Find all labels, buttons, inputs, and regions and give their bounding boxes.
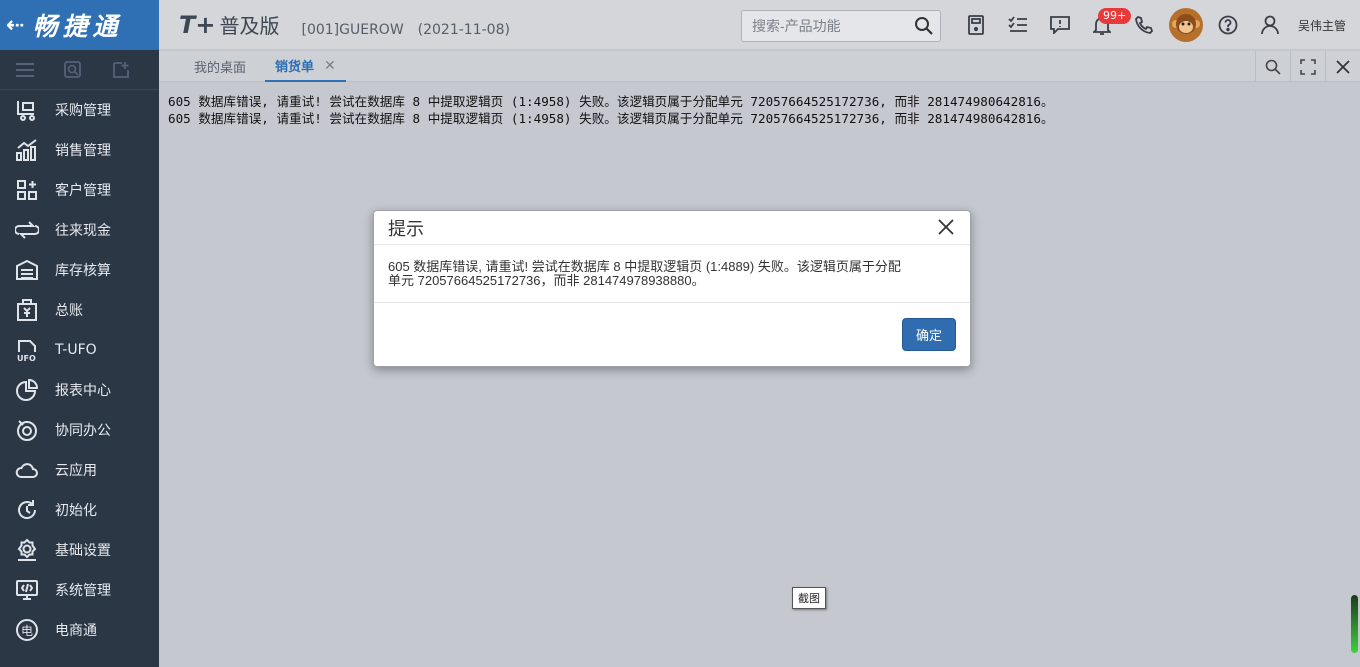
dialog-message-line: 605 数据库错误, 请重试! 尝试在数据库 8 中提取逻辑页 (1:4889)… (388, 259, 901, 274)
product-logo: T+ (179, 11, 216, 39)
sidebar-item-label: 总账 (55, 303, 83, 319)
message-icon[interactable] (1039, 0, 1081, 50)
error-line: 605 数据库错误, 请重试! 尝试在数据库 8 中提取逻辑页 (1:4958)… (168, 111, 1054, 126)
tab-bar: 我的桌面 销货单 ✕ (159, 51, 1360, 82)
account-info: [001]GUEROW (2021-11-08) (301, 21, 510, 38)
sidebar-item-collab[interactable]: 协同办公 (0, 410, 159, 450)
sidebar-item-cash[interactable]: 往来现金 (0, 210, 159, 250)
search-box (741, 10, 941, 42)
svg-text:电: 电 (21, 624, 33, 638)
sidebar-menu: 采购管理 销售管理 客户管理 往来现金 库存核算 总账 UFO T-UFO 报表 (0, 90, 159, 650)
sales-icon (14, 137, 40, 163)
close-icon[interactable] (934, 215, 958, 239)
top-icon-bar: 99+ (955, 0, 1291, 50)
sidebar-item-system[interactable]: 系统管理 (0, 570, 159, 610)
sidebar-item-label: 电商通 (55, 623, 97, 639)
main-content: 605 数据库错误, 请重试! 尝试在数据库 8 中提取逻辑页 (1:4958)… (159, 83, 1360, 667)
add-shortcut-icon[interactable] (110, 59, 132, 81)
purchase-icon (14, 97, 40, 123)
error-line: 605 数据库错误, 请重试! 尝试在数据库 8 中提取逻辑页 (1:4958)… (168, 94, 1054, 109)
dialog-header: 提示 (374, 211, 970, 245)
tab-desktop[interactable]: 我的桌面 (194, 51, 246, 82)
product-title: T+ 普及版 (179, 10, 279, 39)
sidebar-item-ledger[interactable]: 总账 (0, 290, 159, 330)
cloud-icon (14, 457, 40, 483)
page-search-icon[interactable] (1255, 51, 1290, 82)
error-output: 605 数据库错误, 请重试! 尝试在数据库 8 中提取逻辑页 (1:4958)… (159, 83, 1360, 127)
ledger-icon (14, 297, 40, 323)
svg-text:UFO: UFO (17, 354, 36, 362)
sidebar-toolbar (0, 50, 159, 90)
sidebar-item-label: 库存核算 (55, 263, 111, 279)
sidebar-item-label: 基础设置 (55, 543, 111, 559)
top-bar: T+ 普及版 [001]GUEROW (2021-11-08) 99+ (159, 0, 1360, 50)
tab-label: 销货单 (275, 60, 315, 75)
sidebar-item-label: 系统管理 (55, 583, 111, 599)
help-icon[interactable] (1207, 0, 1249, 50)
task-list-icon[interactable] (997, 0, 1039, 50)
init-icon (14, 497, 40, 523)
sidebar-item-label: 报表中心 (55, 383, 111, 399)
screenshot-tooltip[interactable]: 截图 (792, 587, 826, 609)
sidebar-item-label: 云应用 (55, 463, 97, 479)
settings-icon (14, 537, 40, 563)
sidebar-item-settings[interactable]: 基础设置 (0, 530, 159, 570)
product-edition: 普及版 (219, 14, 280, 38)
username[interactable]: 吴伟主管 (1298, 17, 1346, 34)
tab-tools (1255, 51, 1360, 82)
notification-bell-icon[interactable]: 99+ (1081, 0, 1132, 50)
collab-icon (14, 417, 40, 443)
ufo-icon: UFO (14, 337, 40, 363)
fullscreen-icon[interactable] (1290, 51, 1325, 82)
dialog-footer: 确定 (374, 303, 970, 366)
dialog-message: 605 数据库错误, 请重试! 尝试在数据库 8 中提取逻辑页 (1:4889)… (374, 245, 970, 303)
sidebar-item-sales[interactable]: 销售管理 (0, 130, 159, 170)
alert-dialog: 提示 605 数据库错误, 请重试! 尝试在数据库 8 中提取逻辑页 (1:48… (373, 210, 971, 367)
ok-button[interactable]: 确定 (902, 318, 956, 351)
phone-icon[interactable] (1123, 0, 1165, 50)
sidebar-item-ecommerce[interactable]: 电 电商通 (0, 610, 159, 650)
sidebar-item-inventory[interactable]: 库存核算 (0, 250, 159, 290)
sidebar-item-purchase[interactable]: 采购管理 (0, 90, 159, 130)
tab-close-icon[interactable]: ✕ (324, 58, 336, 74)
sidebar-item-label: 销售管理 (55, 143, 111, 159)
inventory-icon (14, 257, 40, 283)
sidebar-item-customer[interactable]: 客户管理 (0, 170, 159, 210)
avatar[interactable] (1165, 0, 1207, 50)
sidebar-item-label: 采购管理 (55, 103, 111, 119)
close-all-icon[interactable] (1325, 51, 1360, 82)
tab-sales-order[interactable]: 销货单 ✕ (265, 51, 346, 82)
back-arrow-icon[interactable]: ⇠ (6, 13, 24, 38)
monkey-avatar-icon (1169, 8, 1203, 42)
report-icon (14, 377, 40, 403)
menu-search-icon[interactable] (62, 59, 84, 81)
ecommerce-icon: 电 (14, 617, 40, 643)
app-logo[interactable]: ⇠ 畅捷通 (0, 0, 159, 50)
sidebar-item-label: T-UFO (55, 342, 97, 358)
sidebar-item-t-ufo[interactable]: UFO T-UFO (0, 330, 159, 370)
dialog-title: 提示 (388, 218, 424, 239)
search-input[interactable] (752, 18, 912, 34)
sidebar-item-label: 往来现金 (55, 223, 111, 239)
sidebar-item-label: 协同办公 (55, 423, 111, 439)
cash-icon (14, 217, 40, 243)
tab-label: 我的桌面 (194, 61, 247, 76)
sidebar: ⇠ 畅捷通 采购管理 销售管理 客户管理 往来现金 库存核算 总账 UFO T-… (0, 0, 159, 667)
search-icon[interactable] (914, 16, 934, 40)
user-icon[interactable] (1249, 0, 1291, 50)
sidebar-item-init[interactable]: 初始化 (0, 490, 159, 530)
sidebar-item-report[interactable]: 报表中心 (0, 370, 159, 410)
scroll-indicator[interactable] (1351, 595, 1358, 653)
dialog-message-line: 单元 72057664525172736，而非 281474978938880。 (388, 273, 705, 288)
sidebar-item-label: 客户管理 (55, 183, 111, 199)
calculator-icon[interactable] (955, 0, 997, 50)
menu-toggle-icon[interactable] (14, 59, 36, 81)
sidebar-item-label: 初始化 (55, 503, 97, 519)
sidebar-item-cloud[interactable]: 云应用 (0, 450, 159, 490)
customer-icon (14, 177, 40, 203)
system-icon (14, 577, 40, 603)
brand-name: 畅捷通 (32, 12, 123, 41)
